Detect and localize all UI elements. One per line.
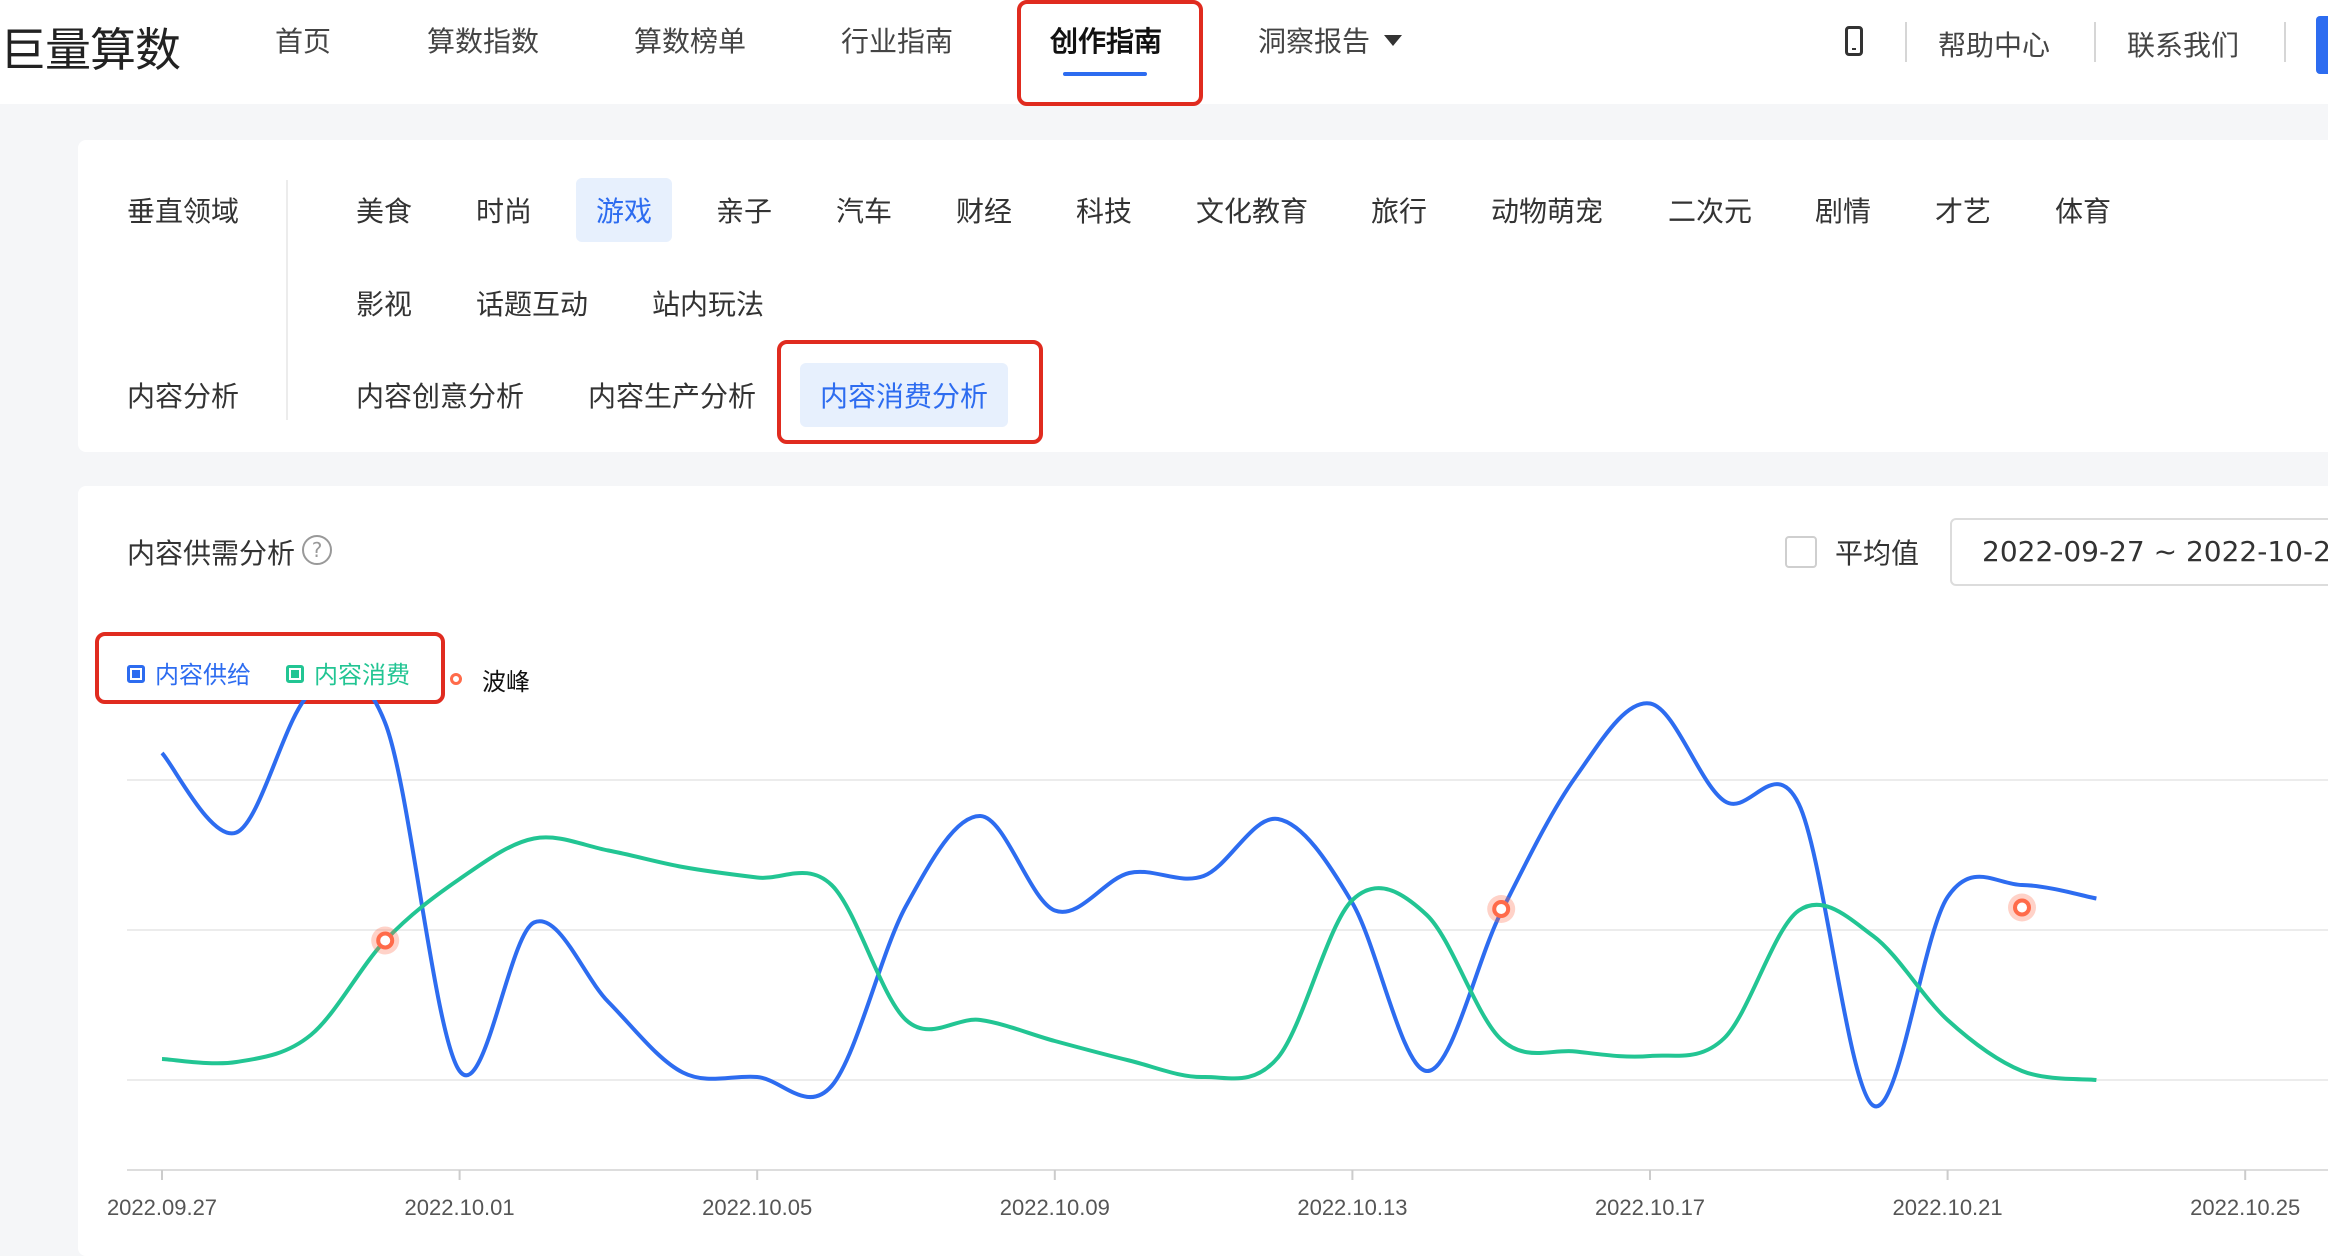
x-tick-label: 2022.10.01	[405, 1195, 515, 1220]
x-tick-label: 2022.09.27	[107, 1195, 217, 1220]
x-tick-label: 2022.10.09	[1000, 1195, 1110, 1220]
supply-series-line	[160, 700, 2097, 1109]
peak-marker	[376, 931, 395, 950]
peak-marker	[2013, 898, 2031, 917]
x-tick-label: 2022.10.17	[1595, 1195, 1705, 1220]
supply-demand-line-chart: 2022.09.27 2022.10.01 2022.10.05 2022.10.09…	[107, 700, 2328, 1220]
peak-marker	[1492, 900, 1511, 918]
x-tick-label: 2022.10.25	[2190, 1195, 2300, 1220]
x-tick-label: 2022.10.13	[1297, 1195, 1407, 1220]
x-tick-label: 2022.10.21	[1893, 1195, 2003, 1220]
x-tick-label: 2022.10.05	[702, 1195, 812, 1220]
